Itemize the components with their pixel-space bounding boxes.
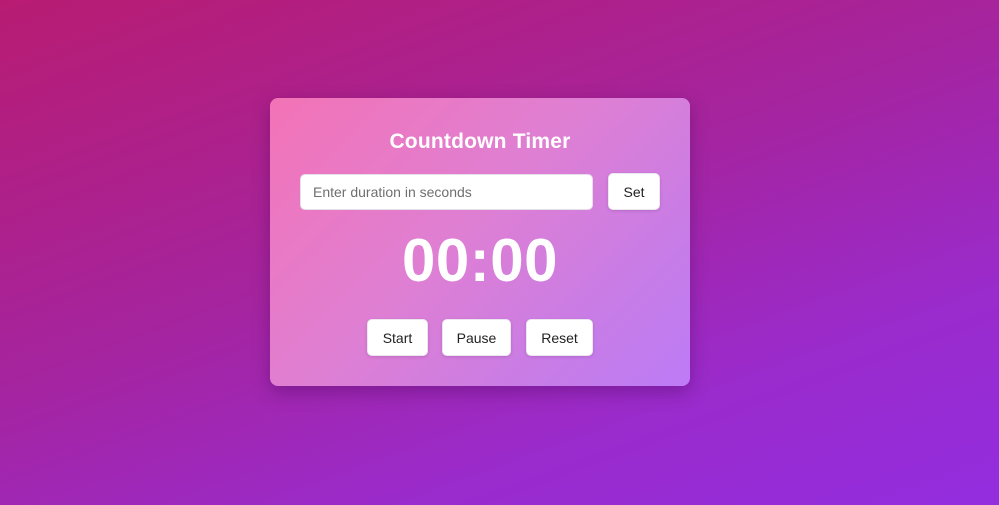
reset-button[interactable]: Reset bbox=[526, 319, 593, 356]
timer-title: Countdown Timer bbox=[389, 130, 571, 153]
page-background: { "timer": { "title": "Countdown Timer",… bbox=[0, 0, 999, 505]
set-button[interactable]: Set bbox=[608, 173, 660, 210]
start-button[interactable]: Start bbox=[367, 319, 428, 356]
pause-button[interactable]: Pause bbox=[442, 319, 511, 356]
duration-input[interactable] bbox=[300, 174, 593, 210]
timer-card: Countdown Timer Set 00:00 Start Pause Re… bbox=[270, 98, 690, 386]
timer-display: 00:00 bbox=[402, 227, 558, 294]
